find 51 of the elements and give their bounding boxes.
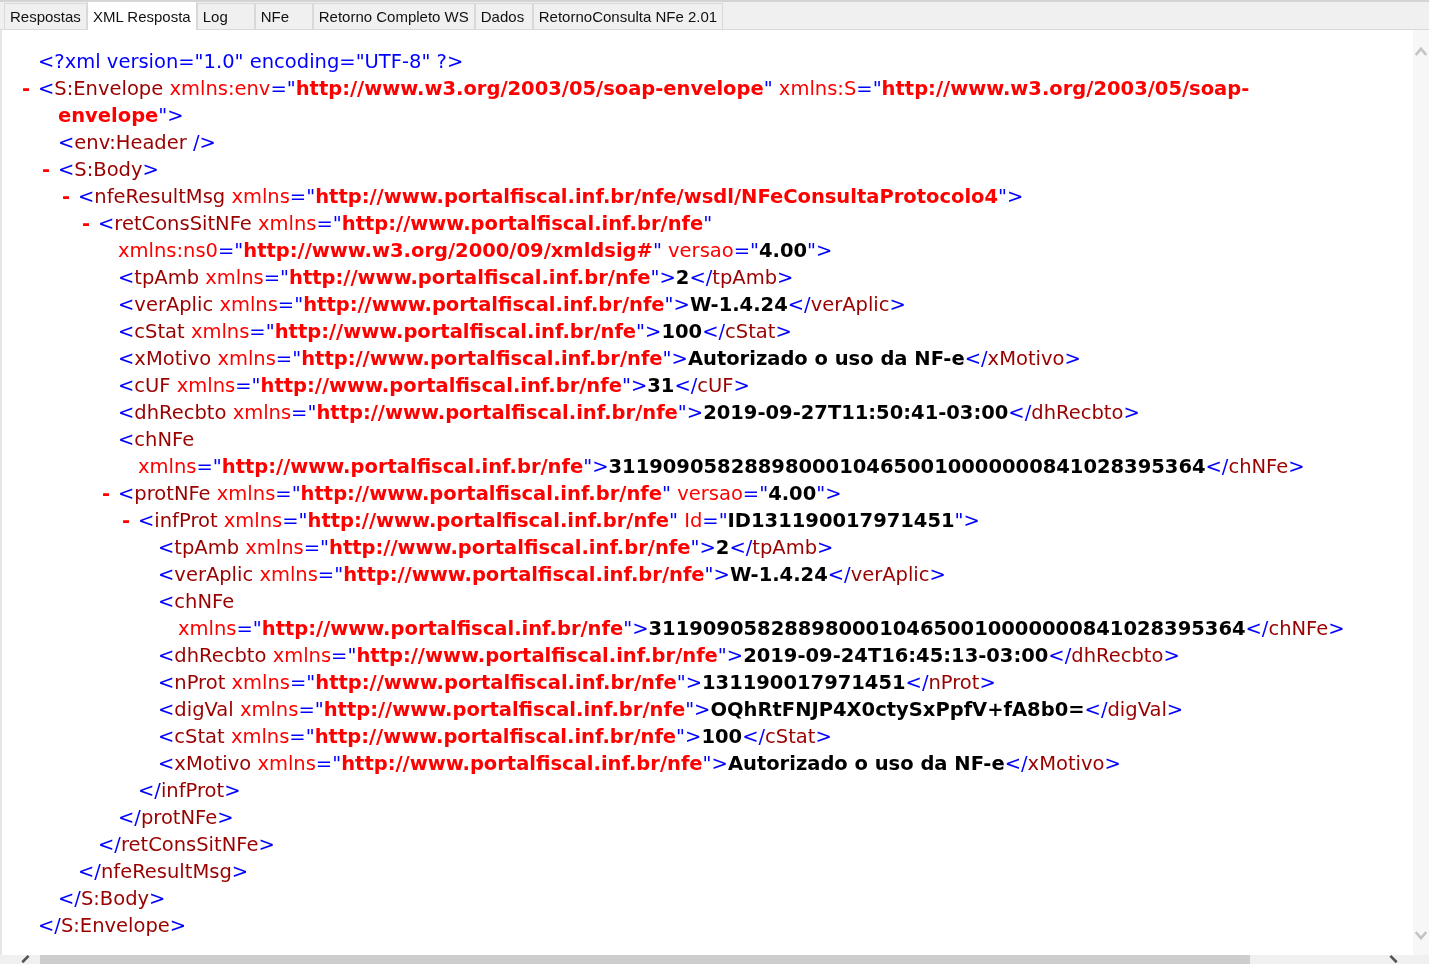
xml-line: <chNFe (118, 427, 195, 453)
xml-line: </S:Envelope> (38, 913, 187, 939)
xml-line: <S:Envelope xmlns:env="http://www.w3.org/2003/05/soap-envelope" xmlns:S="http://www.w3.org/2003/05/soap- (38, 76, 1250, 102)
collapse-toggle[interactable]: - (58, 185, 75, 208)
xml-line: <cUF xmlns="http://www.portalfiscal.inf.br/nfe">31</cUF> (118, 373, 750, 399)
scrollbar-thumb[interactable] (40, 955, 1250, 964)
xml-line: </nfeResultMsg> (78, 859, 249, 885)
xml-line: </retConsSitNFe> (98, 832, 275, 858)
xml-line: <S:Body> (58, 157, 159, 183)
xml-line: <dhRecbto xmlns="http://www.portalfiscal.inf.br/nfe">2019-09-24T16:45:13-03:00</dhRecbto> (158, 643, 1180, 669)
collapse-toggle[interactable]: - (18, 77, 35, 100)
xml-line: <env:Header /> (58, 130, 216, 156)
collapse-toggle[interactable]: - (118, 509, 135, 532)
xml-line: <chNFe (158, 589, 235, 615)
tab[interactable]: Log (196, 3, 255, 29)
xml-line: <xMotivo xmlns="http://www.portalfiscal.inf.br/nfe">Autorizado o uso da NF-e</xMotivo> (118, 346, 1081, 372)
xml-line: </protNFe> (118, 805, 234, 831)
xml-line: <verAplic xmlns="http://www.portalfiscal.inf.br/nfe">W-1.4.24</verAplic> (158, 562, 946, 588)
xml-line: <dhRecbto xmlns="http://www.portalfiscal.inf.br/nfe">2019-09-27T11:50:41-03:00</dhRecbto> (118, 400, 1140, 426)
xml-line: <digVal xmlns="http://www.portalfiscal.inf.br/nfe">OQhRtFNJP4X0ctySxPpfV+fA8b0=</digVal> (158, 697, 1184, 723)
xml-line: <cStat xmlns="http://www.portalfiscal.inf.br/nfe">100</cStat> (158, 724, 832, 750)
horizontal-scrollbar[interactable] (0, 955, 1429, 964)
collapse-toggle[interactable]: - (38, 158, 55, 181)
xml-line: <verAplic xmlns="http://www.portalfiscal.inf.br/nfe">W-1.4.24</verAplic> (118, 292, 906, 318)
vertical-scrollbar[interactable] (1413, 30, 1429, 955)
xml-line: <nfeResultMsg xmlns="http://www.portalfiscal.inf.br/nfe/wsdl/NFeConsultaProtocolo4"> (78, 184, 1024, 210)
scroll-up-icon[interactable] (1414, 46, 1428, 57)
xml-line: envelope"> (58, 103, 184, 129)
tab[interactable]: Respostas (4, 3, 87, 29)
scroll-down-icon[interactable] (1414, 930, 1428, 941)
xml-line: <tpAmb xmlns="http://www.portalfiscal.inf.br/nfe">2</tpAmb> (158, 535, 834, 561)
xml-line: </S:Body> (58, 886, 166, 912)
collapse-toggle[interactable]: - (98, 482, 115, 505)
xml-line: <retConsSitNFe xmlns="http://www.portalfiscal.inf.br/nfe" (98, 211, 713, 237)
xml-line: <nProt xmlns="http://www.portalfiscal.inf.br/nfe">131190017971451</nProt> (158, 670, 996, 696)
tab[interactable]: RetornoConsulta NFe 2.01 (532, 3, 724, 29)
xml-line: xmlns="http://www.portalfiscal.inf.br/nfe">31190905828898000104650010000000841028395364</chNFe> (138, 454, 1305, 480)
xml-line: xmlns:ns0="http://www.w3.org/2000/09/xmldsig#" versao="4.00"> (118, 238, 833, 264)
tab[interactable]: Retorno Completo WS (312, 3, 475, 29)
tab[interactable]: XML Resposta (86, 1, 197, 30)
xml-line: <tpAmb xmlns="http://www.portalfiscal.inf.br/nfe">2</tpAmb> (118, 265, 794, 291)
xml-line: <?xml version="1.0" encoding="UTF-8" ?> (38, 49, 464, 75)
xml-line: <infProt xmlns="http://www.portalfiscal.inf.br/nfe" Id="ID131190017971451"> (138, 508, 980, 534)
xml-line: <cStat xmlns="http://www.portalfiscal.inf.br/nfe">100</cStat> (118, 319, 792, 345)
tab[interactable]: Dados (474, 3, 533, 29)
xml-line: <protNFe xmlns="http://www.portalfiscal.inf.br/nfe" versao="4.00"> (118, 481, 842, 507)
xml-line: </infProt> (138, 778, 241, 804)
collapse-toggle[interactable]: - (78, 212, 95, 235)
xml-line: <xMotivo xmlns="http://www.portalfiscal.inf.br/nfe">Autorizado o uso da NF-e</xMotivo> (158, 751, 1121, 777)
tab[interactable]: NFe (254, 3, 313, 29)
xml-line: xmlns="http://www.portalfiscal.inf.br/nfe">31190905828898000104650010000000841028395364</chNFe> (178, 616, 1345, 642)
